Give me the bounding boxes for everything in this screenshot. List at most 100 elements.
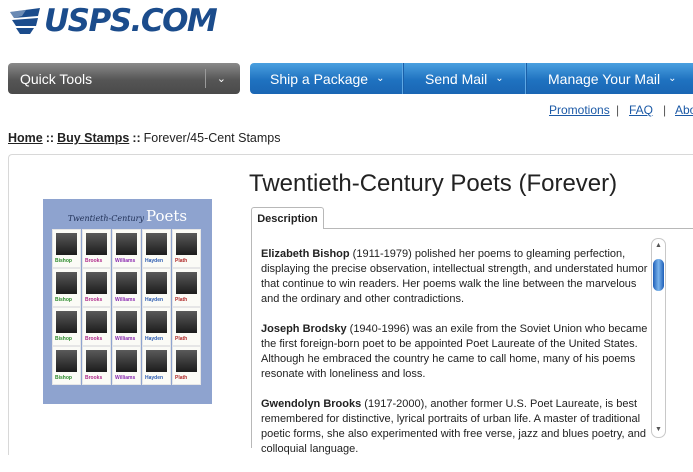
stamp: Williams xyxy=(113,347,140,384)
stamp-name: Williams xyxy=(115,297,136,303)
nav-send-mail[interactable]: Send Mail ⌄ xyxy=(404,63,525,94)
breadcrumb-current: Forever/45-Cent Stamps xyxy=(143,131,281,145)
stamp: Brooks xyxy=(83,230,110,267)
stamp: Brooks xyxy=(83,347,110,384)
stamp-portrait xyxy=(116,233,137,255)
poet-name: Elizabeth Bishop xyxy=(261,248,350,260)
nav-label: Manage Your Mail xyxy=(548,70,661,87)
stamp: Bishop xyxy=(53,269,80,306)
stamp-name: Bishop xyxy=(55,258,72,264)
eagle-icon xyxy=(10,8,40,34)
stamp: Brooks xyxy=(83,308,110,345)
stamp-name: Bishop xyxy=(55,297,72,303)
stamp-grid: Bishop Brooks Williams Hayden Plath Bishop Bro… xyxy=(53,230,203,384)
stamp-portrait xyxy=(56,272,77,294)
stamp-portrait xyxy=(86,272,107,294)
chevron-down-icon: ⌄ xyxy=(216,73,226,85)
description-text: Elizabeth Bishop (1911-1979) polished he… xyxy=(261,247,653,472)
stamp: Plath xyxy=(173,308,200,345)
stamp-portrait xyxy=(146,272,167,294)
stamp-portrait xyxy=(56,350,77,372)
stamp-name: Plath xyxy=(175,297,188,303)
quick-tools-label: Quick Tools xyxy=(20,70,93,87)
stamp-portrait xyxy=(176,233,197,255)
stamp-name: Brooks xyxy=(85,336,103,342)
divider: | xyxy=(663,103,667,117)
stamp: Hayden xyxy=(143,308,170,345)
stamp-name: Williams xyxy=(115,258,136,264)
stamp-portrait xyxy=(116,350,137,372)
scroll-thumb[interactable] xyxy=(653,259,664,291)
stamp-portrait xyxy=(116,311,137,333)
stamp: Williams xyxy=(113,230,140,267)
quick-tools-menu[interactable]: Quick Tools ⌄ xyxy=(8,63,240,94)
about-link[interactable]: Abo xyxy=(675,103,693,117)
stamp: Williams xyxy=(113,308,140,345)
stamp: Hayden xyxy=(143,269,170,306)
stamp: Bishop xyxy=(53,230,80,267)
stamp-name: Plath xyxy=(175,375,188,381)
stamp-name: Plath xyxy=(175,258,188,264)
stamp-portrait xyxy=(56,311,77,333)
stamp-portrait xyxy=(86,350,107,372)
stamp-portrait xyxy=(176,311,197,333)
scroll-down-icon[interactable]: ▼ xyxy=(652,426,665,433)
stamp-portrait xyxy=(176,350,197,372)
stamp-name: Brooks xyxy=(85,375,103,381)
chevron-down-icon: ⌄ xyxy=(668,73,677,84)
stamp-name: Hayden xyxy=(145,375,164,381)
breadcrumb-buy-stamps[interactable]: Buy Stamps xyxy=(57,131,129,145)
stamp-name: Bishop xyxy=(55,375,72,381)
description-box: Elizabeth Bishop (1911-1979) polished he… xyxy=(251,228,693,455)
stamp: Plath xyxy=(173,347,200,384)
stamp-name: Bishop xyxy=(55,336,72,342)
stamp-name: Hayden xyxy=(145,258,164,264)
stamp: Brooks xyxy=(83,269,110,306)
stamp: Bishop xyxy=(53,308,80,345)
nav-label: Send Mail xyxy=(425,70,488,87)
product-image[interactable]: Twentieth-Century Poets Bishop Brooks Willi… xyxy=(43,199,212,404)
nav-ship-a-package[interactable]: Ship a Package ⌄ xyxy=(250,63,402,94)
stamp-name: Plath xyxy=(175,336,188,342)
stamp: Williams xyxy=(113,269,140,306)
chevron-down-icon: ⌄ xyxy=(376,73,385,84)
breadcrumb-home[interactable]: Home xyxy=(8,131,43,145)
product-title: Twentieth-Century Poets (Forever) xyxy=(249,170,618,197)
sheet-title-script: Twentieth-Century xyxy=(67,214,144,223)
sheet-title-word: Poets xyxy=(145,207,188,225)
stamp-portrait xyxy=(146,350,167,372)
stamp-name: Williams xyxy=(115,375,136,381)
tab-description[interactable]: Description xyxy=(251,207,324,229)
stamp: Bishop xyxy=(53,347,80,384)
stamp-name: Brooks xyxy=(85,297,103,303)
logo-text: USPS.COM xyxy=(44,3,218,39)
promotions-link[interactable]: Promotions xyxy=(549,103,610,117)
breadcrumb-separator: :: xyxy=(132,131,141,145)
usps-logo[interactable]: USPS.COM xyxy=(8,3,218,39)
breadcrumb-separator: :: xyxy=(45,131,55,145)
divider xyxy=(205,69,206,88)
stamp-name: Brooks xyxy=(85,258,103,264)
breadcrumb: Home:: Buy Stamps:: Forever/45-Cent Stamps xyxy=(8,131,281,145)
stamp: Hayden xyxy=(143,347,170,384)
stamp-portrait xyxy=(146,311,167,333)
sheet-title: Twentieth-Century Poets xyxy=(43,207,212,226)
description-paragraph: Joseph Brodsky (1940-1996) was an exile … xyxy=(261,322,653,382)
stamp: Hayden xyxy=(143,230,170,267)
stamp-portrait xyxy=(86,311,107,333)
stamp-portrait xyxy=(146,233,167,255)
divider: | xyxy=(616,103,620,117)
scroll-up-icon[interactable]: ▲ xyxy=(652,242,665,249)
faq-link[interactable]: FAQ xyxy=(629,103,653,117)
nav-label: Ship a Package xyxy=(270,70,369,87)
stamp-name: Hayden xyxy=(145,336,164,342)
stamp-portrait xyxy=(86,233,107,255)
stamp: Plath xyxy=(173,230,200,267)
description-scrollbar[interactable]: ▲ ▼ xyxy=(651,238,666,438)
description-paragraph: Elizabeth Bishop (1911-1979) polished he… xyxy=(261,247,653,307)
poet-name: Joseph Brodsky xyxy=(261,323,347,335)
nav-manage-your-mail[interactable]: Manage Your Mail ⌄ xyxy=(527,63,693,94)
chevron-down-icon: ⌄ xyxy=(495,73,504,84)
stamp-name: Williams xyxy=(115,336,136,342)
stamp-portrait xyxy=(176,272,197,294)
